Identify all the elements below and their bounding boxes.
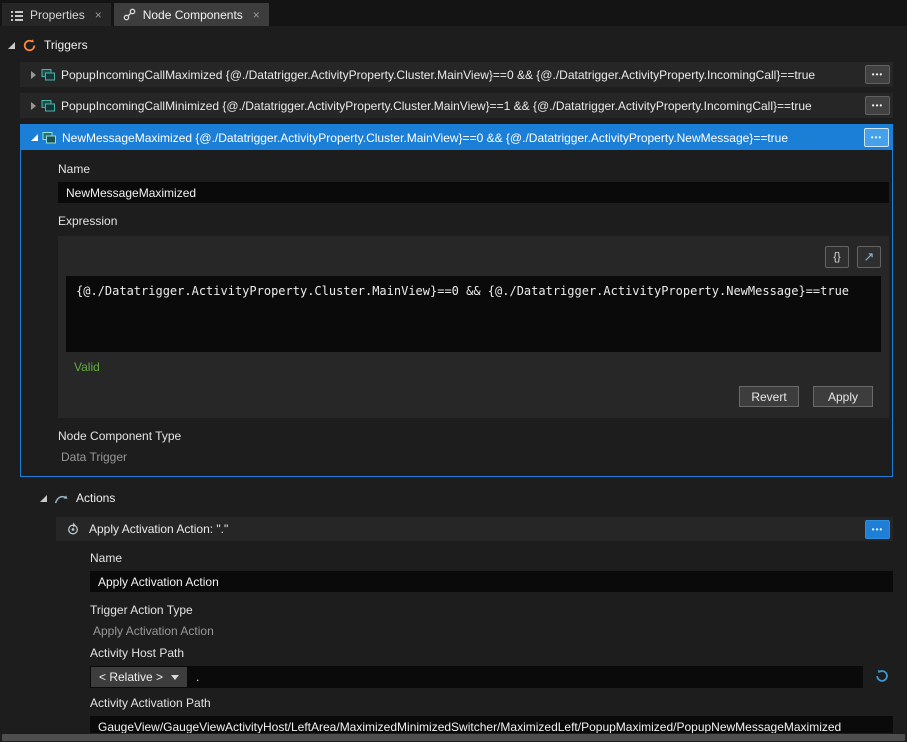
apply-activation-action-icon — [66, 522, 81, 536]
insert-braces-button[interactable]: {} — [825, 246, 849, 268]
data-trigger-icon — [41, 99, 61, 113]
activity-host-path-field[interactable]: < Relative > . — [90, 666, 863, 688]
tab-node-components[interactable]: Node Components × — [114, 3, 269, 26]
refresh-icon — [874, 668, 890, 687]
trigger-row-label: NewMessageMaximized {@./Datatrigger.Acti… — [62, 131, 864, 145]
expand-arrow-icon[interactable] — [26, 71, 41, 79]
row-menu-button[interactable]: ••• — [865, 65, 890, 84]
tab-label: Node Components — [143, 8, 243, 22]
trigger-rows: PopupIncomingCallMaximized {@./Datatrigg… — [20, 62, 893, 477]
collapse-triangle-icon[interactable] — [8, 42, 15, 49]
action-name-input[interactable]: Apply Activation Action — [90, 571, 893, 592]
tab-properties[interactable]: Properties × — [2, 3, 111, 26]
activity-host-path-label: Activity Host Path — [90, 646, 893, 661]
revert-button[interactable]: Revert — [739, 386, 799, 407]
path-mode-value: < Relative > — [99, 670, 163, 684]
data-trigger-icon — [42, 131, 62, 145]
node-component-type-value: Data Trigger — [58, 450, 889, 464]
activity-activation-path-label: Activity Activation Path — [90, 696, 893, 711]
action-row-apply-activation[interactable]: Apply Activation Action: "." ••• — [56, 517, 893, 541]
trigger-name-input[interactable]: NewMessageMaximized — [58, 182, 889, 203]
horizontal-scrollbar[interactable] — [0, 733, 907, 742]
name-label: Name — [90, 551, 893, 566]
trigger-action-type-value: Apply Activation Action — [90, 624, 893, 638]
action-row-label: Apply Activation Action: "." — [89, 522, 857, 536]
trigger-row-popupincomingcallminimized[interactable]: PopupIncomingCallMinimized {@./Datatrigg… — [20, 93, 893, 118]
expand-arrow-icon[interactable] — [26, 102, 41, 110]
action-menu-button[interactable]: ••• — [865, 520, 890, 539]
expression-toolbar: {} ↗ — [66, 244, 881, 268]
path-mode-dropdown[interactable]: < Relative > — [91, 667, 187, 687]
tab-bar: Properties × Node Components × — [0, 0, 907, 26]
open-external-editor-button[interactable]: ↗ — [857, 246, 881, 268]
host-path-value: . — [187, 670, 199, 684]
expression-buttons: Revert Apply — [66, 386, 881, 407]
expression-label: Expression — [58, 214, 889, 229]
actions-icon — [54, 492, 69, 505]
properties-list-icon — [11, 9, 23, 21]
selected-trigger-block: NewMessageMaximized {@./Datatrigger.Acti… — [20, 124, 893, 477]
trigger-action-type-label: Trigger Action Type — [90, 603, 893, 618]
name-label: Name — [58, 162, 889, 177]
row-menu-button[interactable]: ••• — [865, 96, 890, 115]
collapse-triangle-icon[interactable] — [40, 495, 47, 502]
node-component-type-label: Node Component Type — [58, 429, 889, 444]
actions-section-title: Actions — [76, 491, 115, 505]
expression-input[interactable]: {@./Datatrigger.ActivityProperty.Cluster… — [66, 276, 881, 352]
reset-path-button[interactable] — [871, 666, 893, 688]
action-detail-panel: Name Apply Activation Action Trigger Act… — [90, 551, 893, 737]
data-trigger-icon — [41, 68, 61, 82]
close-icon[interactable]: × — [253, 8, 260, 22]
chevron-down-icon — [171, 675, 179, 680]
actions-section-header[interactable]: Actions — [40, 489, 907, 507]
scrollbar-thumb[interactable] — [2, 734, 905, 741]
validation-status: Valid — [74, 360, 881, 374]
trigger-row-newmessagemaximized[interactable]: NewMessageMaximized {@./Datatrigger.Acti… — [21, 125, 892, 150]
expression-editor: {} ↗ {@./Datatrigger.ActivityProperty.Cl… — [58, 236, 889, 418]
close-icon[interactable]: × — [95, 8, 102, 22]
trigger-detail-panel: Name NewMessageMaximized Expression {} ↗… — [21, 150, 892, 476]
row-menu-button[interactable]: ••• — [864, 128, 889, 147]
tab-label: Properties — [30, 8, 85, 22]
apply-button[interactable]: Apply — [813, 386, 873, 407]
node-components-icon — [123, 8, 136, 21]
trigger-row-label: PopupIncomingCallMinimized {@./Datatrigg… — [61, 99, 865, 113]
collapse-arrow-icon[interactable] — [27, 134, 42, 141]
triggers-section-title: Triggers — [44, 38, 88, 52]
trigger-row-label: PopupIncomingCallMaximized {@./Datatrigg… — [61, 68, 865, 82]
triggers-section-header[interactable]: Triggers — [8, 36, 907, 54]
triggers-icon — [22, 38, 37, 53]
trigger-row-popupincomingcallmaximized[interactable]: PopupIncomingCallMaximized {@./Datatrigg… — [20, 62, 893, 87]
activity-host-path-row: < Relative > . — [90, 666, 893, 688]
